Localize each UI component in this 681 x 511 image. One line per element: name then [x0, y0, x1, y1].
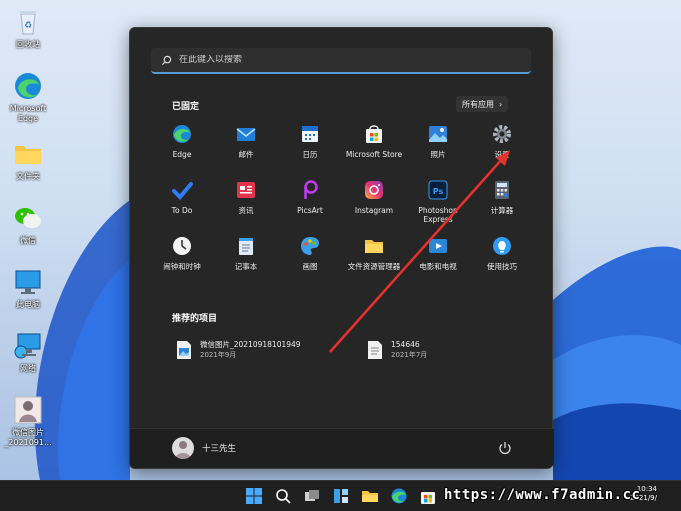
pinned-app-calendar[interactable]: 日历 — [278, 123, 342, 171]
start-search-box[interactable] — [151, 48, 531, 74]
folder-icon — [12, 138, 44, 170]
news-icon — [235, 179, 257, 201]
wechat-icon — [12, 202, 44, 234]
pinned-app-picsart[interactable]: PicsArt — [278, 179, 342, 227]
user-name: 十三先生 — [202, 444, 237, 454]
desktop-icon-label: 微信 — [20, 236, 36, 245]
edge-taskbar-icon[interactable] — [390, 487, 408, 505]
watermark-text: https://www.f7admin.cc — [444, 487, 641, 503]
desktop-icon-network[interactable]: 网络 — [4, 330, 52, 374]
pinned-app-alarms-clock[interactable]: 闹钟和时钟 — [150, 235, 214, 283]
store-icon — [363, 123, 385, 145]
picsart-icon — [299, 179, 321, 201]
desktop-icon-this-pc[interactable]: 此电脑 — [4, 266, 52, 310]
chevron-right-icon: › — [499, 99, 503, 109]
pinned-app-todo[interactable]: To Do — [150, 179, 214, 227]
desktop-icon-folder[interactable]: 文件夹 — [4, 138, 52, 182]
recommended-item[interactable]: 微信图片_20210918101949 2021年9月 — [176, 340, 301, 360]
recommended-title: 推荐的项目 — [172, 314, 218, 324]
pinned-app-mail[interactable]: 邮件 — [214, 123, 278, 171]
desktop-icon-label: 此电脑 — [16, 300, 40, 309]
desktop-icon-label: Microsoft Edge — [9, 104, 47, 123]
edge-icon — [12, 70, 44, 102]
todo-icon — [171, 179, 193, 201]
widgets-icon[interactable] — [332, 487, 350, 505]
recommended-item[interactable]: 154646 2021年7月 — [367, 340, 427, 360]
desktop-icon-recycle-bin[interactable]: ♻ 回收站 — [4, 6, 52, 50]
edge-icon — [171, 123, 193, 145]
pinned-app-edge[interactable]: Edge — [150, 123, 214, 171]
pinned-app-paint[interactable]: 画图 — [278, 235, 342, 283]
start-menu: 已固定 所有应用 › Edge 邮件 日历 Microsoft Store 照片… — [129, 27, 554, 469]
document-file-icon — [368, 341, 382, 359]
user-account-button[interactable]: 十三先生 — [172, 437, 236, 459]
recycle-bin-icon: ♻ — [12, 6, 44, 38]
avatar — [172, 437, 194, 459]
network-icon — [12, 330, 44, 362]
desktop-icon-wechat-image[interactable]: 微信图片 _2021091... — [4, 394, 52, 448]
notepad-icon — [235, 235, 257, 257]
all-apps-label: 所有应用 — [462, 99, 494, 109]
all-apps-button[interactable]: 所有应用 › — [456, 96, 509, 112]
mail-icon — [235, 123, 257, 145]
pinned-app-movies-tv[interactable]: 电影和电视 — [406, 235, 470, 283]
pinned-app-file-explorer[interactable]: 文件资源管理器 — [342, 235, 406, 283]
file-explorer-taskbar-icon[interactable] — [361, 487, 379, 505]
task-view-icon[interactable] — [303, 487, 321, 505]
svg-text:Ps: Ps — [433, 187, 444, 196]
paint-icon — [299, 235, 321, 257]
clock-icon — [171, 235, 193, 257]
pinned-title: 已固定 — [172, 102, 200, 112]
image-thumbnail-icon — [12, 394, 44, 426]
taskbar-search-icon[interactable] — [274, 487, 292, 505]
photoshop-icon: Ps — [427, 179, 449, 201]
pinned-app-photos[interactable]: 照片 — [406, 123, 470, 171]
desktop-icon-label: 微信图片 _2021091... — [4, 428, 52, 447]
start-menu-footer: 十三先生 — [130, 428, 554, 468]
power-icon[interactable] — [498, 441, 512, 455]
start-button-windows-icon[interactable] — [245, 487, 263, 505]
calculator-icon — [491, 179, 513, 201]
pinned-app-tips[interactable]: 使用技巧 — [470, 235, 534, 283]
tips-icon — [491, 235, 513, 257]
movies-icon — [427, 235, 449, 257]
image-file-icon — [177, 341, 191, 359]
desktop-icon-label: 回收站 — [16, 40, 40, 49]
gear-icon — [491, 123, 513, 145]
search-icon — [161, 55, 172, 65]
pinned-app-notepad[interactable]: 记事本 — [214, 235, 278, 283]
pinned-app-instagram[interactable]: Instagram — [342, 179, 406, 227]
desktop-icon-edge[interactable]: Microsoft Edge — [4, 70, 52, 124]
monitor-icon — [12, 266, 44, 298]
pinned-app-calculator[interactable]: 计算器 — [470, 179, 534, 227]
photos-icon — [427, 123, 449, 145]
pinned-app-news[interactable]: 资讯 — [214, 179, 278, 227]
search-input[interactable] — [179, 55, 509, 65]
desktop-icon-label: 文件夹 — [16, 172, 40, 181]
pinned-app-photoshop-express[interactable]: Ps Photoshop Express — [406, 179, 470, 227]
instagram-icon — [363, 179, 385, 201]
calendar-icon — [299, 123, 321, 145]
pinned-app-settings[interactable]: 设置 — [470, 123, 534, 171]
pinned-app-store[interactable]: Microsoft Store — [342, 123, 406, 171]
desktop-icon-label: 网络 — [20, 364, 36, 373]
desktop-icon-wechat[interactable]: 微信 — [4, 202, 52, 246]
store-taskbar-icon[interactable] — [419, 487, 437, 505]
svg-text:♻: ♻ — [24, 21, 32, 31]
explorer-icon — [363, 235, 385, 257]
